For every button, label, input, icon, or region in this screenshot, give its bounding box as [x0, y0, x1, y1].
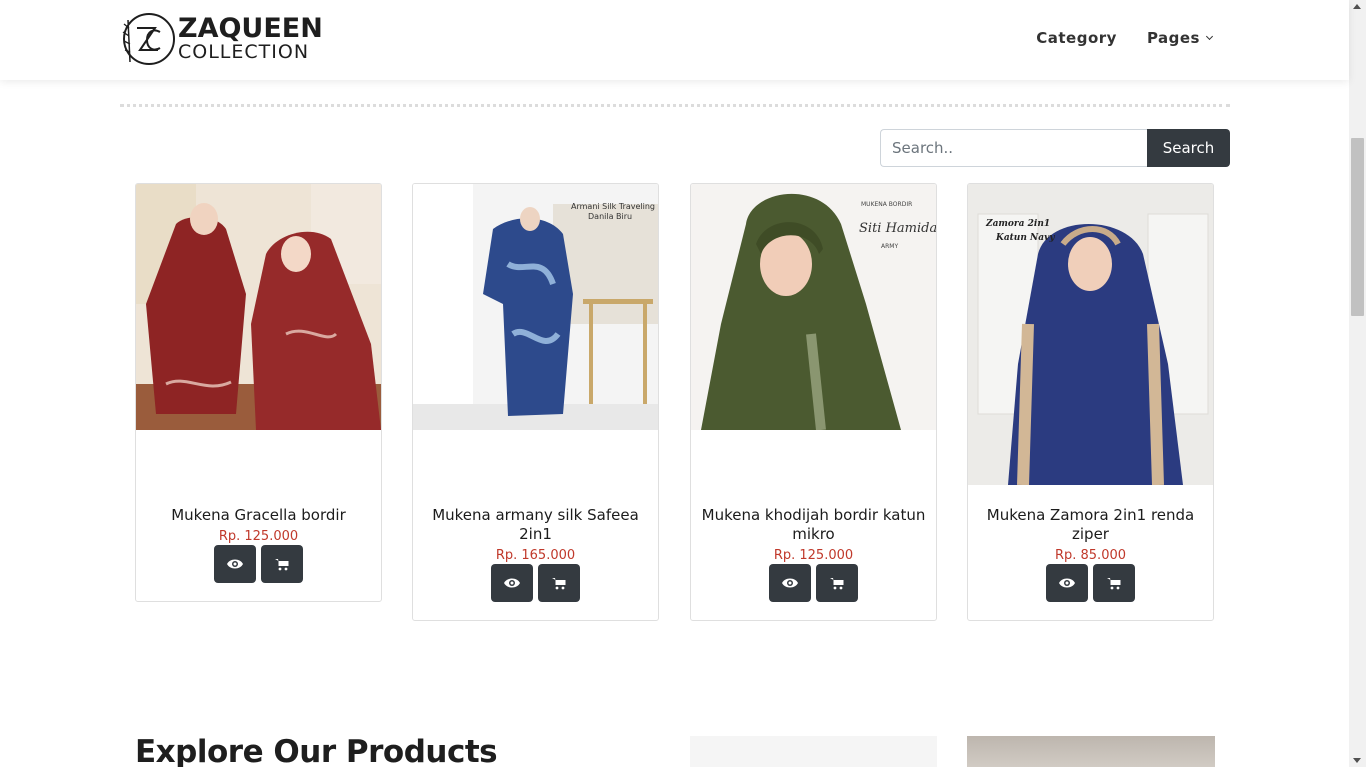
view-button[interactable] — [769, 564, 811, 602]
scroll-up-arrow-icon[interactable] — [1353, 4, 1361, 9]
product-photo: Armani Silk Traveling Danila Biru — [413, 184, 658, 430]
add-to-cart-button[interactable] — [261, 545, 303, 583]
product-name[interactable]: Mukena Zamora 2in1 renda ziper — [978, 506, 1203, 544]
product-photo: MUKENA BORDIR Siti Hamidah ARMY — [691, 184, 936, 430]
chevron-down-icon — [1205, 32, 1214, 40]
product-photo: Zamora 2in1 Katun Navy — [968, 184, 1213, 485]
search-form: Search — [880, 129, 1230, 167]
cart-icon — [1107, 577, 1121, 589]
product-price: Rp. 165.000 — [495, 548, 576, 563]
product-price: Rp. 125.000 — [218, 529, 299, 544]
product-card: MUKENA BORDIR Siti Hamidah ARMY Mukena k… — [690, 183, 937, 621]
brand-title: ZAQUEEN — [178, 13, 323, 44]
product-name[interactable]: Mukena khodijah bordir katun mikro — [701, 506, 926, 544]
logo-mark-icon — [122, 13, 175, 65]
product-image[interactable]: Armani Silk Traveling Danila Biru — [413, 184, 658, 430]
search-button[interactable]: Search — [1147, 129, 1230, 167]
product-image[interactable]: MUKENA BORDIR Siti Hamidah ARMY — [691, 184, 936, 430]
promo-image[interactable] — [967, 736, 1215, 767]
nav-item-category-label: Category — [1036, 29, 1117, 47]
add-to-cart-button[interactable] — [538, 564, 580, 602]
product-name[interactable]: Mukena Gracella bordir — [146, 506, 371, 525]
image-caption: Zamora 2in1 — [985, 219, 1050, 229]
product-image[interactable] — [136, 184, 381, 430]
promo-image[interactable] — [690, 736, 937, 767]
product-info: Mukena khodijah bordir katun mikro Rp. 1… — [691, 430, 936, 620]
search-input[interactable] — [880, 129, 1147, 167]
add-to-cart-button[interactable] — [1093, 564, 1135, 602]
view-button[interactable] — [1046, 564, 1088, 602]
product-info: Mukena armany silk Safeea 2in1 Rp. 165.0… — [413, 430, 658, 620]
add-to-cart-button[interactable] — [816, 564, 858, 602]
product-info: Mukena Gracella bordir Rp. 125.000 — [136, 430, 381, 601]
product-image[interactable]: Zamora 2in1 Katun Navy — [968, 184, 1213, 485]
eye-icon — [1059, 578, 1075, 588]
product-card: Mukena Gracella bordir Rp. 125.000 — [135, 183, 382, 602]
view-button[interactable] — [214, 545, 256, 583]
brand-logo[interactable]: ZAQUEEN COLLECTION — [120, 10, 323, 70]
image-caption: MUKENA BORDIR — [861, 201, 912, 208]
scroll-thumb[interactable] — [1351, 138, 1364, 316]
image-caption: Armani Silk Traveling — [571, 202, 655, 211]
section-divider — [120, 104, 1230, 107]
product-card: Armani Silk Traveling Danila Biru Mukena… — [412, 183, 659, 621]
cart-icon — [552, 577, 566, 589]
nav-item-pages-label: Pages — [1146, 29, 1200, 47]
nav-item-category[interactable]: Category — [1036, 29, 1117, 47]
image-caption: Katun Navy — [995, 233, 1055, 243]
section-heading: Explore Our Products — [135, 734, 498, 767]
page-scrollbar[interactable] — [1349, 0, 1366, 767]
image-caption: ARMY — [881, 243, 898, 250]
scroll-down-arrow-icon[interactable] — [1353, 758, 1361, 763]
view-button[interactable] — [491, 564, 533, 602]
brand-subtitle: COLLECTION — [178, 41, 310, 63]
product-price: Rp. 125.000 — [773, 548, 854, 563]
product-card: Zamora 2in1 Katun Navy Mukena Zamora 2in… — [967, 183, 1214, 621]
eye-icon — [782, 578, 798, 588]
product-info: Mukena Zamora 2in1 renda ziper Rp. 85.00… — [968, 485, 1213, 620]
image-caption: Siti Hamidah — [859, 221, 936, 236]
cart-icon — [830, 577, 844, 589]
cart-icon — [275, 558, 289, 570]
main-nav: Category Pages — [1036, 29, 1214, 47]
image-caption: Danila Biru — [588, 212, 632, 221]
nav-item-pages[interactable]: Pages — [1146, 29, 1214, 47]
eye-icon — [227, 559, 243, 569]
product-photo — [136, 184, 381, 430]
product-price: Rp. 85.000 — [1054, 548, 1127, 563]
product-name[interactable]: Mukena armany silk Safeea 2in1 — [423, 506, 648, 544]
eye-icon — [504, 578, 520, 588]
site-header: ZAQUEEN COLLECTION Category Pages — [0, 0, 1349, 80]
